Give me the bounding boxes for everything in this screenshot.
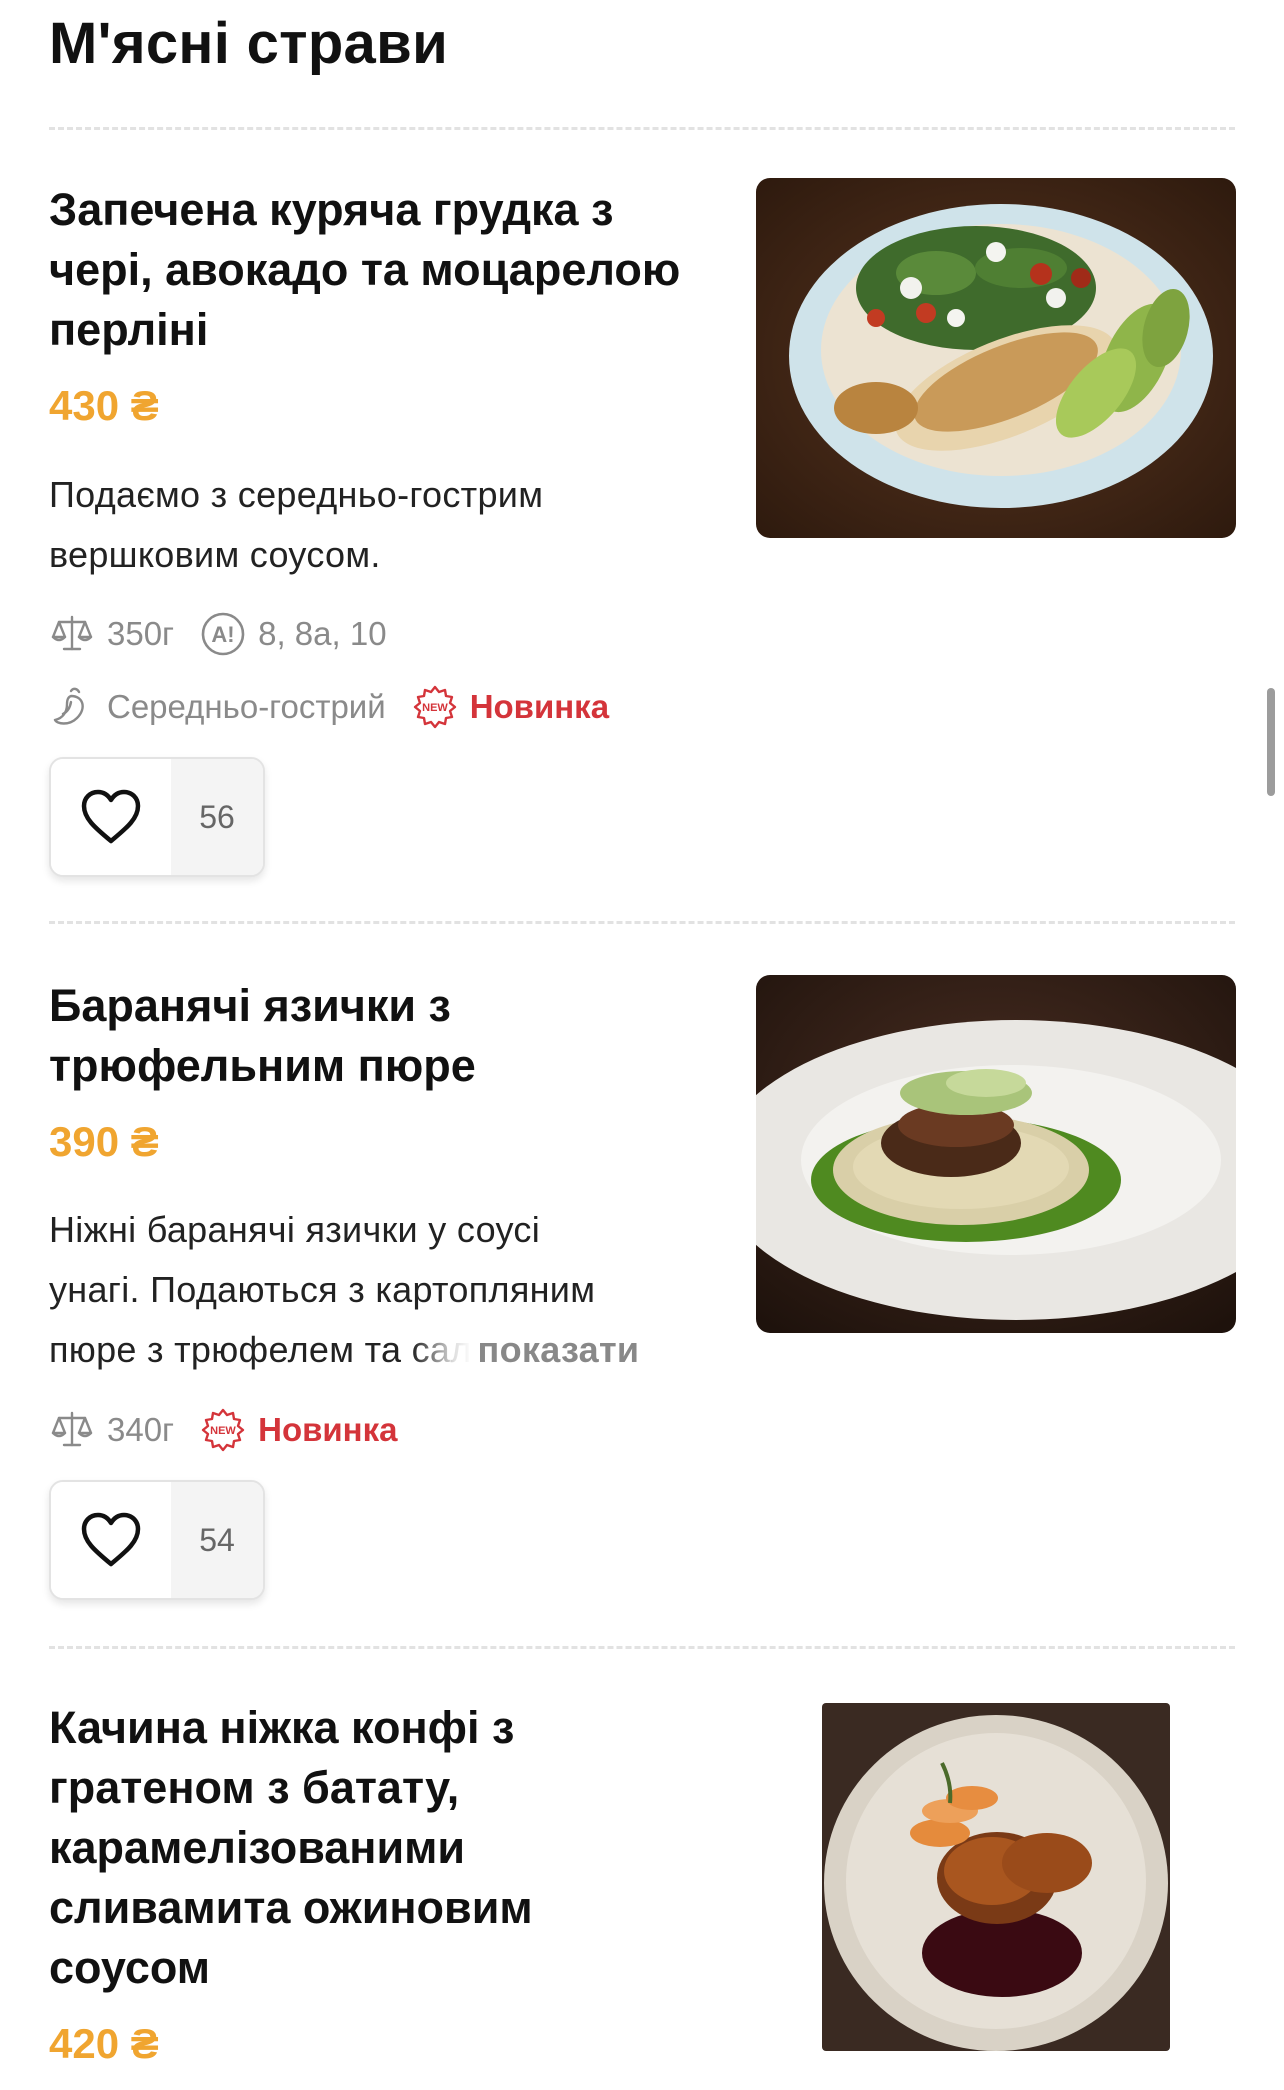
scrollbar[interactable] bbox=[1267, 688, 1275, 796]
like-count: 54 bbox=[171, 1482, 263, 1598]
item-price: 420 ₴ bbox=[49, 2020, 159, 2067]
new-badge-icon: NEW bbox=[413, 685, 456, 729]
menu-page: М'ясні страви Запечена куряча грудка з ч… bbox=[0, 0, 1284, 2090]
description-line: пюре з трюфелем та сал показати bbox=[49, 1320, 719, 1380]
item-name[interactable]: Запечена куряча грудка з чері, авокадо т… bbox=[49, 180, 699, 360]
new-badge-label: Новинка bbox=[469, 688, 610, 725]
description-line: Ніжні баранячі язички у соусі bbox=[49, 1209, 540, 1250]
like-count: 56 bbox=[171, 759, 263, 875]
chili-icon bbox=[53, 687, 84, 725]
item-price: 390 ₴ bbox=[49, 1118, 159, 1165]
item-meta-row: 350г A! 8, 8а, 10 bbox=[49, 609, 387, 659]
allergen-icon: A! bbox=[201, 612, 245, 656]
scales-icon bbox=[51, 1411, 93, 1447]
description-text: пюре з трюфелем та bbox=[49, 1329, 402, 1370]
scales-icon bbox=[51, 615, 93, 651]
item-divider bbox=[49, 1646, 1235, 1649]
item-weight: 350г bbox=[107, 615, 175, 652]
new-badge-label: Новинка bbox=[258, 1411, 398, 1448]
description-line: унагі. Подаються з картопляним bbox=[49, 1269, 596, 1310]
svg-text:NEW: NEW bbox=[422, 702, 448, 714]
heart-icon[interactable] bbox=[51, 759, 171, 875]
heart-icon[interactable] bbox=[51, 1482, 171, 1598]
like-button[interactable]: 56 bbox=[49, 757, 265, 877]
section-divider bbox=[49, 127, 1235, 130]
dish-photo[interactable] bbox=[822, 1703, 1170, 2051]
item-spicy-level: Середньо-гострий bbox=[107, 688, 386, 725]
svg-text:NEW: NEW bbox=[210, 1425, 236, 1437]
item-meta-row: 340г NEW Новинка bbox=[49, 1405, 397, 1455]
item-price: 430 ₴ bbox=[49, 382, 159, 429]
svg-text:A!: A! bbox=[212, 622, 235, 647]
new-badge-icon: NEW bbox=[201, 1408, 245, 1452]
item-name[interactable]: Баранячі язички з трюфельним пюре bbox=[49, 976, 699, 1096]
dish-photo[interactable] bbox=[756, 975, 1236, 1333]
item-divider bbox=[49, 921, 1235, 924]
description-fade-text: сал bbox=[411, 1329, 472, 1370]
item-description: Подаємо з середньо-гострим вершковим соу… bbox=[49, 474, 544, 575]
item-weight: 340г bbox=[107, 1411, 175, 1448]
show-more-link[interactable]: показати bbox=[478, 1329, 640, 1370]
dish-photo[interactable] bbox=[756, 178, 1236, 538]
section-title: М'ясні страви bbox=[49, 11, 449, 76]
item-name[interactable]: Качина ніжка конфі з гратеном з батату, … bbox=[49, 1698, 689, 1998]
item-tags-row: Середньо-гострий NEW Новинка bbox=[49, 682, 609, 732]
item-description: Ніжні баранячі язички у соусі унагі. Под… bbox=[49, 1200, 719, 1380]
like-button[interactable]: 54 bbox=[49, 1480, 265, 1600]
item-allergens: 8, 8а, 10 bbox=[258, 615, 387, 652]
